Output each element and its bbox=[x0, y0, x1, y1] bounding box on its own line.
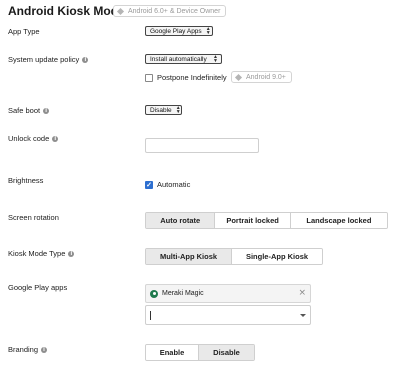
info-icon[interactable]: i bbox=[82, 56, 89, 63]
kiosk-mode-type-label: Kiosk Mode Type i bbox=[8, 249, 75, 258]
safe-boot-select[interactable]: Disable ▲ ▼ bbox=[145, 105, 182, 115]
rotation-option-landscape[interactable]: Landscape locked bbox=[290, 213, 387, 228]
info-icon[interactable]: i bbox=[52, 135, 59, 142]
postpone-checkbox[interactable] bbox=[145, 73, 153, 82]
checkmark-icon[interactable]: ✓ bbox=[145, 180, 153, 189]
app-type-label: App Type bbox=[8, 27, 40, 36]
google-play-apps-label: Google Play apps bbox=[8, 283, 68, 292]
page-title: Android Kiosk Mode bbox=[8, 4, 125, 18]
kiosk-option-single-app[interactable]: Single-App Kiosk bbox=[232, 249, 322, 264]
chevron-down-icon[interactable] bbox=[300, 313, 306, 317]
google-play-apps-search[interactable] bbox=[145, 305, 311, 325]
app-type-select[interactable]: Google Play Apps ▲ ▼ bbox=[145, 26, 213, 36]
rotation-option-portrait[interactable]: Portrait locked bbox=[215, 213, 291, 228]
screen-rotation-segmented: Auto rotate Portrait locked Landscape lo… bbox=[145, 212, 388, 229]
unlock-code-input[interactable] bbox=[145, 138, 259, 153]
branding-option-enable[interactable]: Enable bbox=[146, 345, 200, 360]
selected-app-name: Meraki Magic bbox=[162, 290, 204, 297]
info-icon[interactable]: i bbox=[41, 346, 48, 353]
close-icon[interactable]: × bbox=[298, 289, 306, 298]
unlock-code-label: Unlock code i bbox=[8, 134, 59, 143]
postpone-label: Postpone Indefinitely bbox=[157, 73, 227, 82]
system-update-select[interactable]: Install automatically ▲ ▼ bbox=[145, 54, 222, 64]
branding-segmented: Enable Disable bbox=[145, 344, 255, 361]
branding-label: Branding i bbox=[8, 345, 48, 354]
diamond-icon bbox=[234, 73, 243, 81]
kiosk-option-multi-app[interactable]: Multi-App Kiosk bbox=[146, 249, 233, 264]
badge-text: Android 9.0+ bbox=[246, 73, 286, 81]
safe-boot-label: Safe boot i bbox=[8, 106, 50, 115]
meraki-app-icon bbox=[150, 289, 158, 298]
select-arrows-icon: ▲ ▼ bbox=[213, 54, 218, 64]
selected-app-tag: Meraki Magic × bbox=[145, 284, 311, 303]
system-update-label: System update policy i bbox=[8, 55, 89, 64]
android-9-badge: Android 9.0+ bbox=[231, 71, 292, 83]
brightness-automatic-row[interactable]: ✓ Automatic bbox=[145, 180, 190, 189]
info-icon[interactable]: i bbox=[68, 250, 75, 257]
safe-boot-value: Disable bbox=[150, 106, 172, 114]
kiosk-mode-segmented: Multi-App Kiosk Single-App Kiosk bbox=[145, 248, 323, 265]
rotation-option-auto[interactable]: Auto rotate bbox=[146, 213, 216, 228]
system-update-value: Install automatically bbox=[150, 55, 207, 63]
select-arrows-icon: ▲ ▼ bbox=[205, 26, 211, 36]
branding-option-disable[interactable]: Disable bbox=[199, 345, 254, 360]
brightness-label: Brightness bbox=[8, 176, 44, 185]
screen-rotation-label: Screen rotation bbox=[8, 213, 59, 222]
info-icon[interactable]: i bbox=[43, 107, 50, 114]
select-arrows-icon: ▲ ▼ bbox=[175, 105, 181, 115]
brightness-automatic-label: Automatic bbox=[157, 180, 191, 189]
android-version-badge: Android 6.0+ & Device Owner bbox=[113, 5, 227, 17]
badge-text: Android 6.0+ & Device Owner bbox=[128, 7, 221, 15]
postpone-indefinitely-checkbox-row[interactable]: Postpone Indefinitely bbox=[145, 73, 227, 82]
text-cursor bbox=[150, 310, 151, 320]
app-type-value: Google Play Apps bbox=[150, 27, 202, 35]
diamond-icon bbox=[116, 7, 125, 15]
